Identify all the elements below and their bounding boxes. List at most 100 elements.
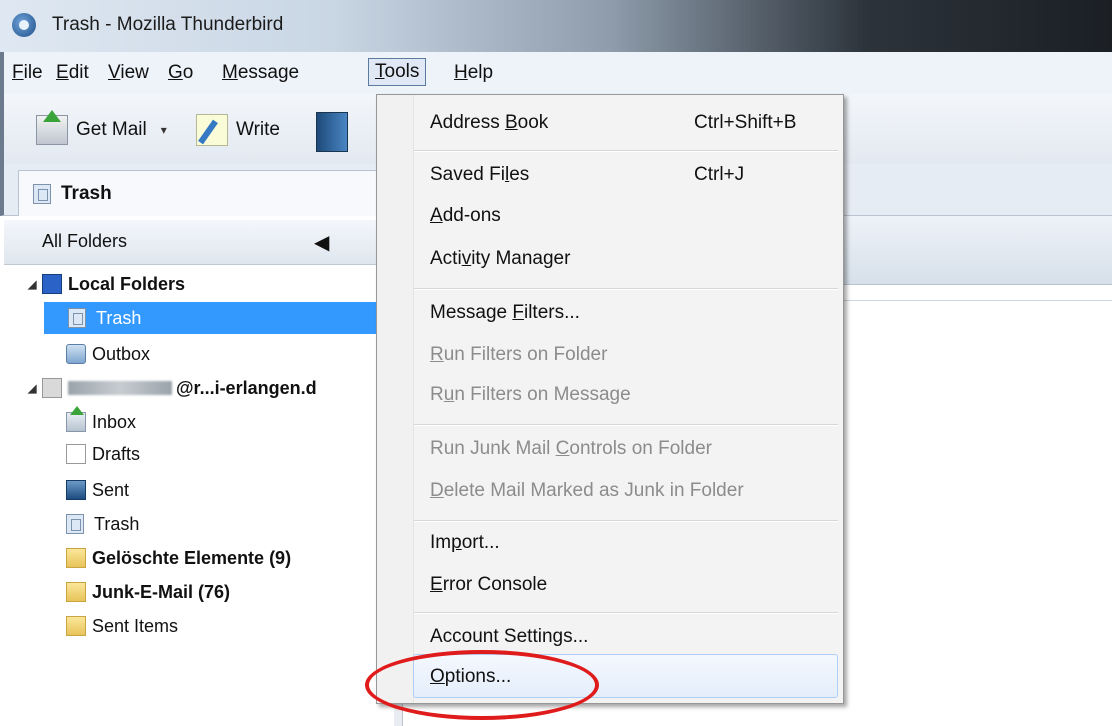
tab-trash[interactable]: Trash [18, 170, 378, 216]
folder-label: Local Folders [68, 273, 186, 294]
menu-help-mnemonic: H [454, 62, 468, 83]
menu-go-label: o [182, 62, 194, 83]
menu-item-label: rror Console [442, 574, 548, 595]
menu-item-run-filters-on-message[interactable]: Run Filters on Message [430, 384, 631, 406]
menu-item-label: ort... [461, 532, 500, 553]
inbox-icon [66, 406, 86, 432]
menu-item-activity-manager[interactable]: Activity Manager [430, 248, 570, 270]
prev-folder-view-icon[interactable]: ◀ [314, 230, 329, 255]
menu-item-mnemonic: R [430, 344, 444, 365]
menu-item-account-settings[interactable]: Account Settings... [430, 626, 588, 648]
menu-tools[interactable]: Tools [368, 58, 427, 86]
window-title: Trash - Mozilla Thunderbird [52, 14, 284, 35]
menu-item-label: Run Junk Mail [430, 438, 556, 459]
all-folders-label[interactable]: All Folders [42, 231, 127, 252]
get-mail-button[interactable]: Get Mail ▾ [36, 110, 167, 150]
menu-separator [414, 150, 838, 152]
trash-icon [68, 308, 86, 328]
menu-item-mnemonic: v [461, 248, 472, 269]
get-mail-label: Get Mail [76, 119, 147, 140]
menu-item-run-junk-mail-controls[interactable]: Run Junk Mail Controls on Folder [430, 438, 712, 460]
trash-icon [33, 183, 51, 204]
folder-label: @r...i-erlangen.d [176, 377, 317, 398]
menu-item-label: es [509, 164, 530, 185]
folder-label: Inbox [92, 411, 137, 432]
menu-separator [414, 288, 838, 290]
folder-label: Sent [92, 479, 130, 500]
folder-inbox[interactable]: Inbox [66, 406, 136, 438]
menu-item-label: Message [430, 302, 513, 323]
shortcut-address-book: Ctrl+Shift+B [694, 112, 797, 133]
menu-item-label: un Filters on Folder [443, 344, 608, 365]
folder-local-folders[interactable]: ◢ Local Folders [28, 268, 185, 300]
folder-sent[interactable]: Sent [66, 474, 129, 506]
outbox-icon [66, 344, 86, 364]
folder-label: Trash [94, 513, 140, 534]
folder-label: Junk-E-Mail (76) [92, 581, 231, 602]
menu-item-label: Im [430, 532, 452, 553]
menu-separator [414, 612, 838, 614]
menu-tools-label: ools [384, 61, 420, 82]
menu-view-label: iew [120, 62, 149, 83]
menu-item-saved-files[interactable]: Saved Files [430, 164, 529, 186]
menu-item-label: Account Settings... [430, 626, 589, 647]
menu-view-mnemonic: V [108, 62, 121, 83]
menu-item-label: dd-ons [442, 205, 501, 226]
address-book-icon[interactable] [316, 112, 348, 152]
folder-label: Drafts [92, 443, 141, 464]
menu-item-add-ons[interactable]: Add-ons [430, 205, 501, 227]
shortcut-saved-files: Ctrl+J [694, 164, 745, 185]
folder-trash-selected[interactable]: Trash [44, 302, 394, 334]
menu-item-label: Address [430, 112, 505, 133]
menu-edit[interactable]: Edit [56, 62, 89, 84]
folder-drafts[interactable]: Drafts [66, 438, 140, 470]
dropdown-arrow-icon[interactable]: ▾ [161, 123, 167, 137]
write-button[interactable]: Write [196, 110, 280, 150]
menu-item-mnemonic: A [430, 205, 443, 226]
menu-item-mnemonic: F [512, 302, 524, 323]
folder-sent-items[interactable]: Sent Items [66, 610, 178, 642]
trash-icon [66, 514, 84, 534]
menu-item-label: R [430, 384, 444, 405]
write-label: Write [236, 119, 280, 140]
folder-label: Trash [96, 307, 142, 328]
folder-outbox[interactable]: Outbox [66, 338, 150, 370]
sent-icon [66, 480, 86, 500]
menu-item-message-filters[interactable]: Message Filters... [430, 302, 580, 324]
menu-item-mnemonic: B [504, 112, 518, 133]
menu-item-run-filters-on-folder[interactable]: Run Filters on Folder [430, 344, 607, 366]
tab-trash-label: Trash [61, 182, 112, 204]
folder-icon [66, 616, 86, 636]
collapse-icon[interactable]: ◢ [28, 278, 42, 291]
get-mail-icon [36, 110, 68, 145]
menu-item-import[interactable]: Import... [430, 532, 500, 554]
menu-item-label: elete Mail Marked as Junk in Folder [443, 480, 744, 501]
menu-item-delete-junk-mail[interactable]: Delete Mail Marked as Junk in Folder [430, 480, 744, 502]
menu-item-address-book[interactable]: Address Book [430, 112, 548, 134]
menu-item-label: ity Manager [471, 248, 571, 269]
folder-geloeschte-elemente[interactable]: Gelöschte Elemente (9) [66, 542, 291, 574]
menu-item-label: Acti [430, 248, 462, 269]
menu-message[interactable]: Message [222, 62, 299, 84]
folder-account[interactable]: ◢ @r...i-erlangen.d [28, 372, 317, 404]
menu-go-mnemonic: G [168, 62, 183, 83]
annotation-circle [365, 650, 599, 720]
menu-separator [414, 520, 838, 522]
folder-junk-e-mail[interactable]: Junk-E-Mail (76) [66, 576, 230, 608]
menu-item-error-console[interactable]: Error Console [430, 574, 547, 596]
menu-item-label: ook [517, 112, 549, 133]
menu-item-label: n Filters on Message [454, 384, 631, 405]
menu-help[interactable]: Help [454, 62, 493, 84]
collapse-icon[interactable]: ◢ [28, 382, 42, 395]
folder-label: Gelöschte Elemente (9) [92, 547, 292, 568]
menu-view[interactable]: View [108, 62, 149, 84]
folder-label: Sent Items [92, 615, 179, 636]
folder-trash[interactable]: Trash [66, 508, 139, 540]
menu-go[interactable]: Go [168, 62, 193, 84]
local-folders-icon [42, 274, 62, 294]
folder-icon [66, 582, 86, 602]
write-icon [196, 114, 228, 146]
menu-item-mnemonic: E [430, 574, 443, 595]
menu-edit-label: dit [68, 62, 89, 83]
menu-file[interactable]: File [12, 62, 43, 84]
